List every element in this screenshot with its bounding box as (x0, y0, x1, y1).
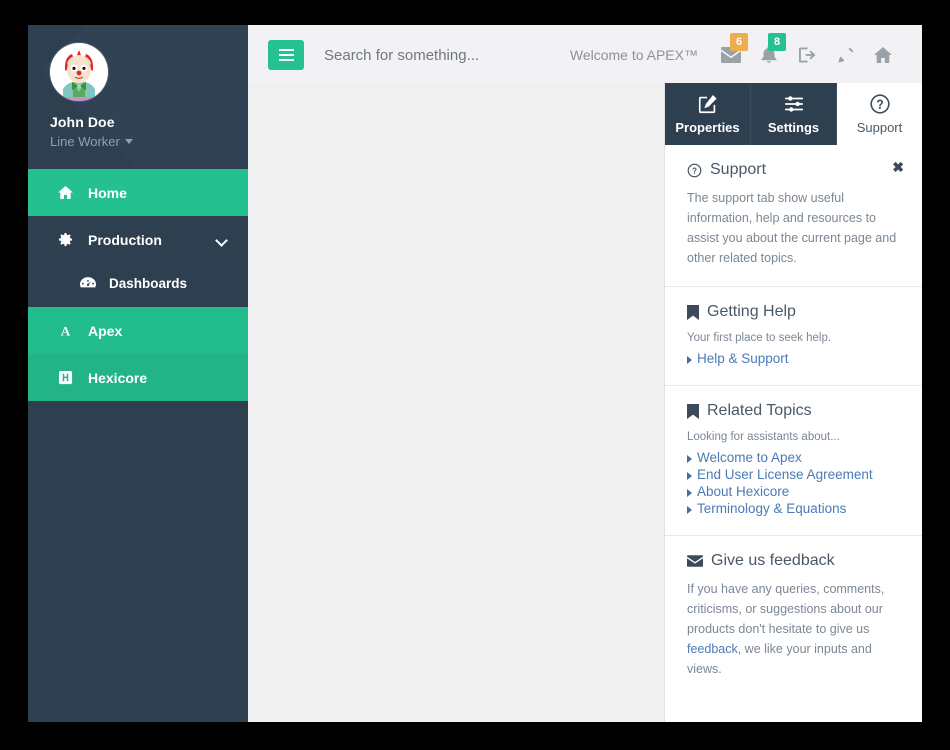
sidebar-item-apex-label: Apex (88, 322, 123, 339)
sidebar-item-dashboards-label: Dashboards (109, 275, 188, 291)
caret-right-icon (687, 455, 692, 463)
panel-tabs: Properties Settings Support (665, 83, 922, 145)
sidebar-item-production-label: Production (88, 231, 162, 248)
sidebar-submenu-production: Dashboards (28, 263, 248, 307)
question-circle-icon (687, 163, 702, 178)
avatar[interactable] (50, 43, 108, 101)
caret-down-icon (124, 139, 133, 144)
gear-icon (58, 232, 78, 247)
section-feedback-body: If you have any queries, comments, criti… (687, 579, 900, 679)
list-item[interactable]: Welcome to Apex (687, 449, 900, 466)
apex-a-icon: A (58, 324, 78, 338)
list-item[interactable]: Terminology & Equations (687, 500, 900, 517)
sidebar-item-dashboards[interactable]: Dashboards (28, 263, 248, 303)
link-about-hexicore[interactable]: About Hexicore (697, 484, 789, 499)
section-getting-help-title-label: Getting Help (707, 303, 796, 320)
chevron-down-icon (215, 233, 228, 247)
question-circle-icon (869, 94, 890, 114)
menu-toggle-button[interactable] (268, 40, 304, 70)
tab-properties[interactable]: Properties (665, 83, 751, 145)
section-getting-help-body: Your first place to seek help. (687, 332, 832, 344)
getting-help-links: Help & Support (687, 350, 900, 367)
hamburger-icon-line (278, 54, 294, 56)
topbar-icons: 6 8 (712, 33, 922, 75)
logout-button[interactable] (788, 35, 826, 75)
link-help-and-support[interactable]: Help & Support (697, 351, 789, 366)
hamburger-icon-line (278, 59, 294, 61)
support-panel: Properties Settings Support ✖ Support Th… (664, 83, 922, 722)
home-icon (874, 47, 892, 63)
edit-button[interactable] (826, 35, 864, 75)
tab-settings[interactable]: Settings (751, 83, 837, 145)
tab-settings-label: Settings (767, 120, 820, 135)
section-related-topics-title: Related Topics (687, 402, 900, 420)
tab-support[interactable]: Support (837, 83, 922, 145)
home-button[interactable] (864, 35, 902, 75)
caret-right-icon (687, 506, 692, 514)
sidebar-item-home-label: Home (88, 184, 127, 201)
sliders-icon (784, 96, 803, 112)
sidebar: John Doe Line Worker Home Production Das… (28, 25, 248, 722)
feedback-text-before: If you have any queries, comments, criti… (687, 582, 885, 636)
sidebar-nav: Home Production Dashboards A Apex Hexico… (28, 169, 248, 401)
dashboard-icon (80, 276, 100, 291)
pencil-icon (837, 47, 853, 63)
clown-avatar-icon (50, 43, 108, 101)
caret-right-icon (687, 356, 692, 364)
envelope-icon (687, 555, 703, 567)
main-area: Welcome to APEX™ 6 8 (248, 25, 922, 722)
related-topics-links: Welcome to Apex End User License Agreeme… (687, 449, 900, 517)
section-support-title: Support (687, 161, 900, 179)
welcome-text: Welcome to APEX™ (569, 47, 698, 63)
sidebar-item-home[interactable]: Home (28, 169, 248, 216)
close-icon[interactable]: ✖ (892, 160, 904, 174)
logout-icon (798, 47, 816, 63)
link-end-user-license-agreement[interactable]: End User License Agreement (697, 467, 873, 482)
sidebar-item-hexicore-label: Hexicore (88, 369, 148, 386)
caret-right-icon (687, 489, 692, 497)
profile-role-label: Line Worker (50, 134, 120, 149)
list-item[interactable]: About Hexicore (687, 483, 900, 500)
sidebar-profile: John Doe Line Worker (28, 25, 248, 169)
sidebar-item-hexicore[interactable]: Hexicore (28, 354, 248, 401)
section-feedback-title-label: Give us feedback (711, 552, 835, 569)
profile-role[interactable]: Line Worker (50, 134, 248, 149)
section-getting-help-title: Getting Help (687, 303, 900, 321)
home-icon (58, 186, 78, 199)
bookmark-icon (687, 403, 699, 419)
section-getting-help: Getting Help Your first place to seek he… (665, 287, 922, 386)
section-feedback: Give us feedback If you have any queries… (665, 536, 922, 697)
section-related-topics: Related Topics Looking for assistants ab… (665, 386, 922, 536)
tab-support-label: Support (856, 120, 903, 135)
profile-name: John Doe (50, 114, 115, 130)
section-feedback-title: Give us feedback (687, 552, 900, 570)
section-support-body: The support tab show useful information,… (687, 191, 897, 265)
caret-right-icon (687, 472, 692, 480)
section-support: ✖ Support The support tab show useful in… (665, 145, 922, 287)
notifications-badge: 8 (768, 33, 786, 51)
section-related-topics-title-label: Related Topics (707, 402, 812, 419)
link-feedback[interactable]: feedback (687, 642, 738, 656)
list-item[interactable]: End User License Agreement (687, 466, 900, 483)
sidebar-item-production[interactable]: Production (28, 216, 248, 263)
topbar: Welcome to APEX™ 6 8 (248, 25, 922, 85)
svg-text:A: A (61, 324, 71, 338)
hexicore-h-icon (58, 370, 78, 385)
search-input[interactable] (324, 46, 570, 64)
bookmark-icon (687, 304, 699, 320)
section-support-title-label: Support (710, 161, 767, 178)
edit-square-icon (698, 95, 717, 114)
sidebar-item-apex[interactable]: A Apex (28, 307, 248, 354)
hamburger-icon-line (278, 49, 294, 51)
app-window: John Doe Line Worker Home Production Das… (28, 25, 922, 722)
section-related-topics-body: Looking for assistants about... (687, 431, 840, 443)
tab-properties-label: Properties (675, 120, 740, 135)
list-item[interactable]: Help & Support (687, 350, 900, 367)
notifications-button[interactable]: 8 (750, 33, 788, 75)
link-terminology-and-equations[interactable]: Terminology & Equations (697, 501, 846, 516)
messages-badge: 6 (730, 33, 748, 51)
link-welcome-to-apex[interactable]: Welcome to Apex (697, 450, 802, 465)
messages-button[interactable]: 6 (712, 33, 750, 75)
